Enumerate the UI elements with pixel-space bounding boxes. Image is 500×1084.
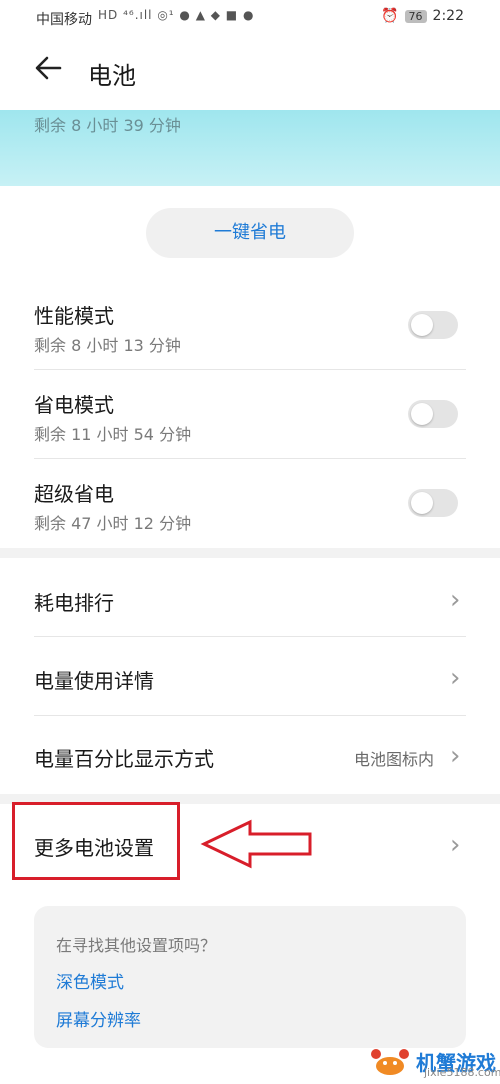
one-key-save-button[interactable]: 一键省电 <box>146 208 354 258</box>
toggle-knob <box>411 492 433 514</box>
chevron-right-icon: › <box>450 830 461 860</box>
alarm-icon: ⏰ <box>381 8 399 24</box>
chevron-right-icon: › <box>450 663 461 693</box>
watermark-url: jixie5188.com <box>424 1066 500 1079</box>
annotation-arrow-icon <box>200 818 316 874</box>
divider <box>34 715 466 716</box>
mode-ultra-saving-sub: 剩余 47 小时 12 分钟 <box>34 514 192 533</box>
battery-icon: 76 <box>404 9 427 23</box>
mode-performance-title: 性能模式 <box>34 304 114 328</box>
toggle-knob <box>411 403 433 425</box>
divider <box>34 369 466 370</box>
crab-logo-icon <box>371 1049 409 1075</box>
mode-ultra-saving-toggle[interactable] <box>408 489 458 517</box>
percentage-display-value: 电池图标内 <box>353 750 434 769</box>
mode-performance-toggle[interactable] <box>408 311 458 339</box>
page-title: 电池 <box>88 62 136 90</box>
link-dark-mode[interactable]: 深色模式 <box>56 968 124 993</box>
status-right: ⏰ 76 2:22 <box>381 8 464 24</box>
link-screen-resolution[interactable]: 屏幕分辨率 <box>56 1006 141 1031</box>
mode-power-saving-toggle[interactable] <box>408 400 458 428</box>
chevron-right-icon: › <box>450 585 461 615</box>
clock: 2:22 <box>432 8 464 24</box>
row-percentage-display[interactable]: 电量百分比显示方式 <box>34 743 214 772</box>
banner-remaining: 剩余 8 小时 39 分钟 <box>34 116 181 135</box>
mode-ultra-saving-title: 超级省电 <box>34 482 114 506</box>
section-gap <box>0 548 500 558</box>
mode-power-saving-title: 省电模式 <box>34 393 114 417</box>
back-arrow-icon[interactable] <box>32 52 68 88</box>
row-usage-details[interactable]: 电量使用详情 <box>34 665 154 694</box>
carrier-label: 中国移动 <box>36 12 92 28</box>
row-consumption-ranking[interactable]: 耗电排行 <box>34 587 114 616</box>
divider <box>34 458 466 459</box>
suggestion-question: 在寻找其他设置项吗？ <box>56 936 217 955</box>
toggle-knob <box>411 314 433 336</box>
mode-power-saving-sub: 剩余 11 小时 54 分钟 <box>34 425 192 444</box>
chevron-right-icon: › <box>450 741 461 771</box>
status-icons: HD ⁴⁶.ıll ◎¹ ● ▲ ◆ ■ ● <box>98 8 255 22</box>
status-bar: 中国移动 HD ⁴⁶.ıll ◎¹ ● ▲ ◆ ■ ● ⏰ 76 2:22 <box>0 0 500 36</box>
divider <box>34 636 466 637</box>
mode-performance-sub: 剩余 8 小时 13 分钟 <box>34 336 181 355</box>
highlight-box <box>12 802 180 880</box>
